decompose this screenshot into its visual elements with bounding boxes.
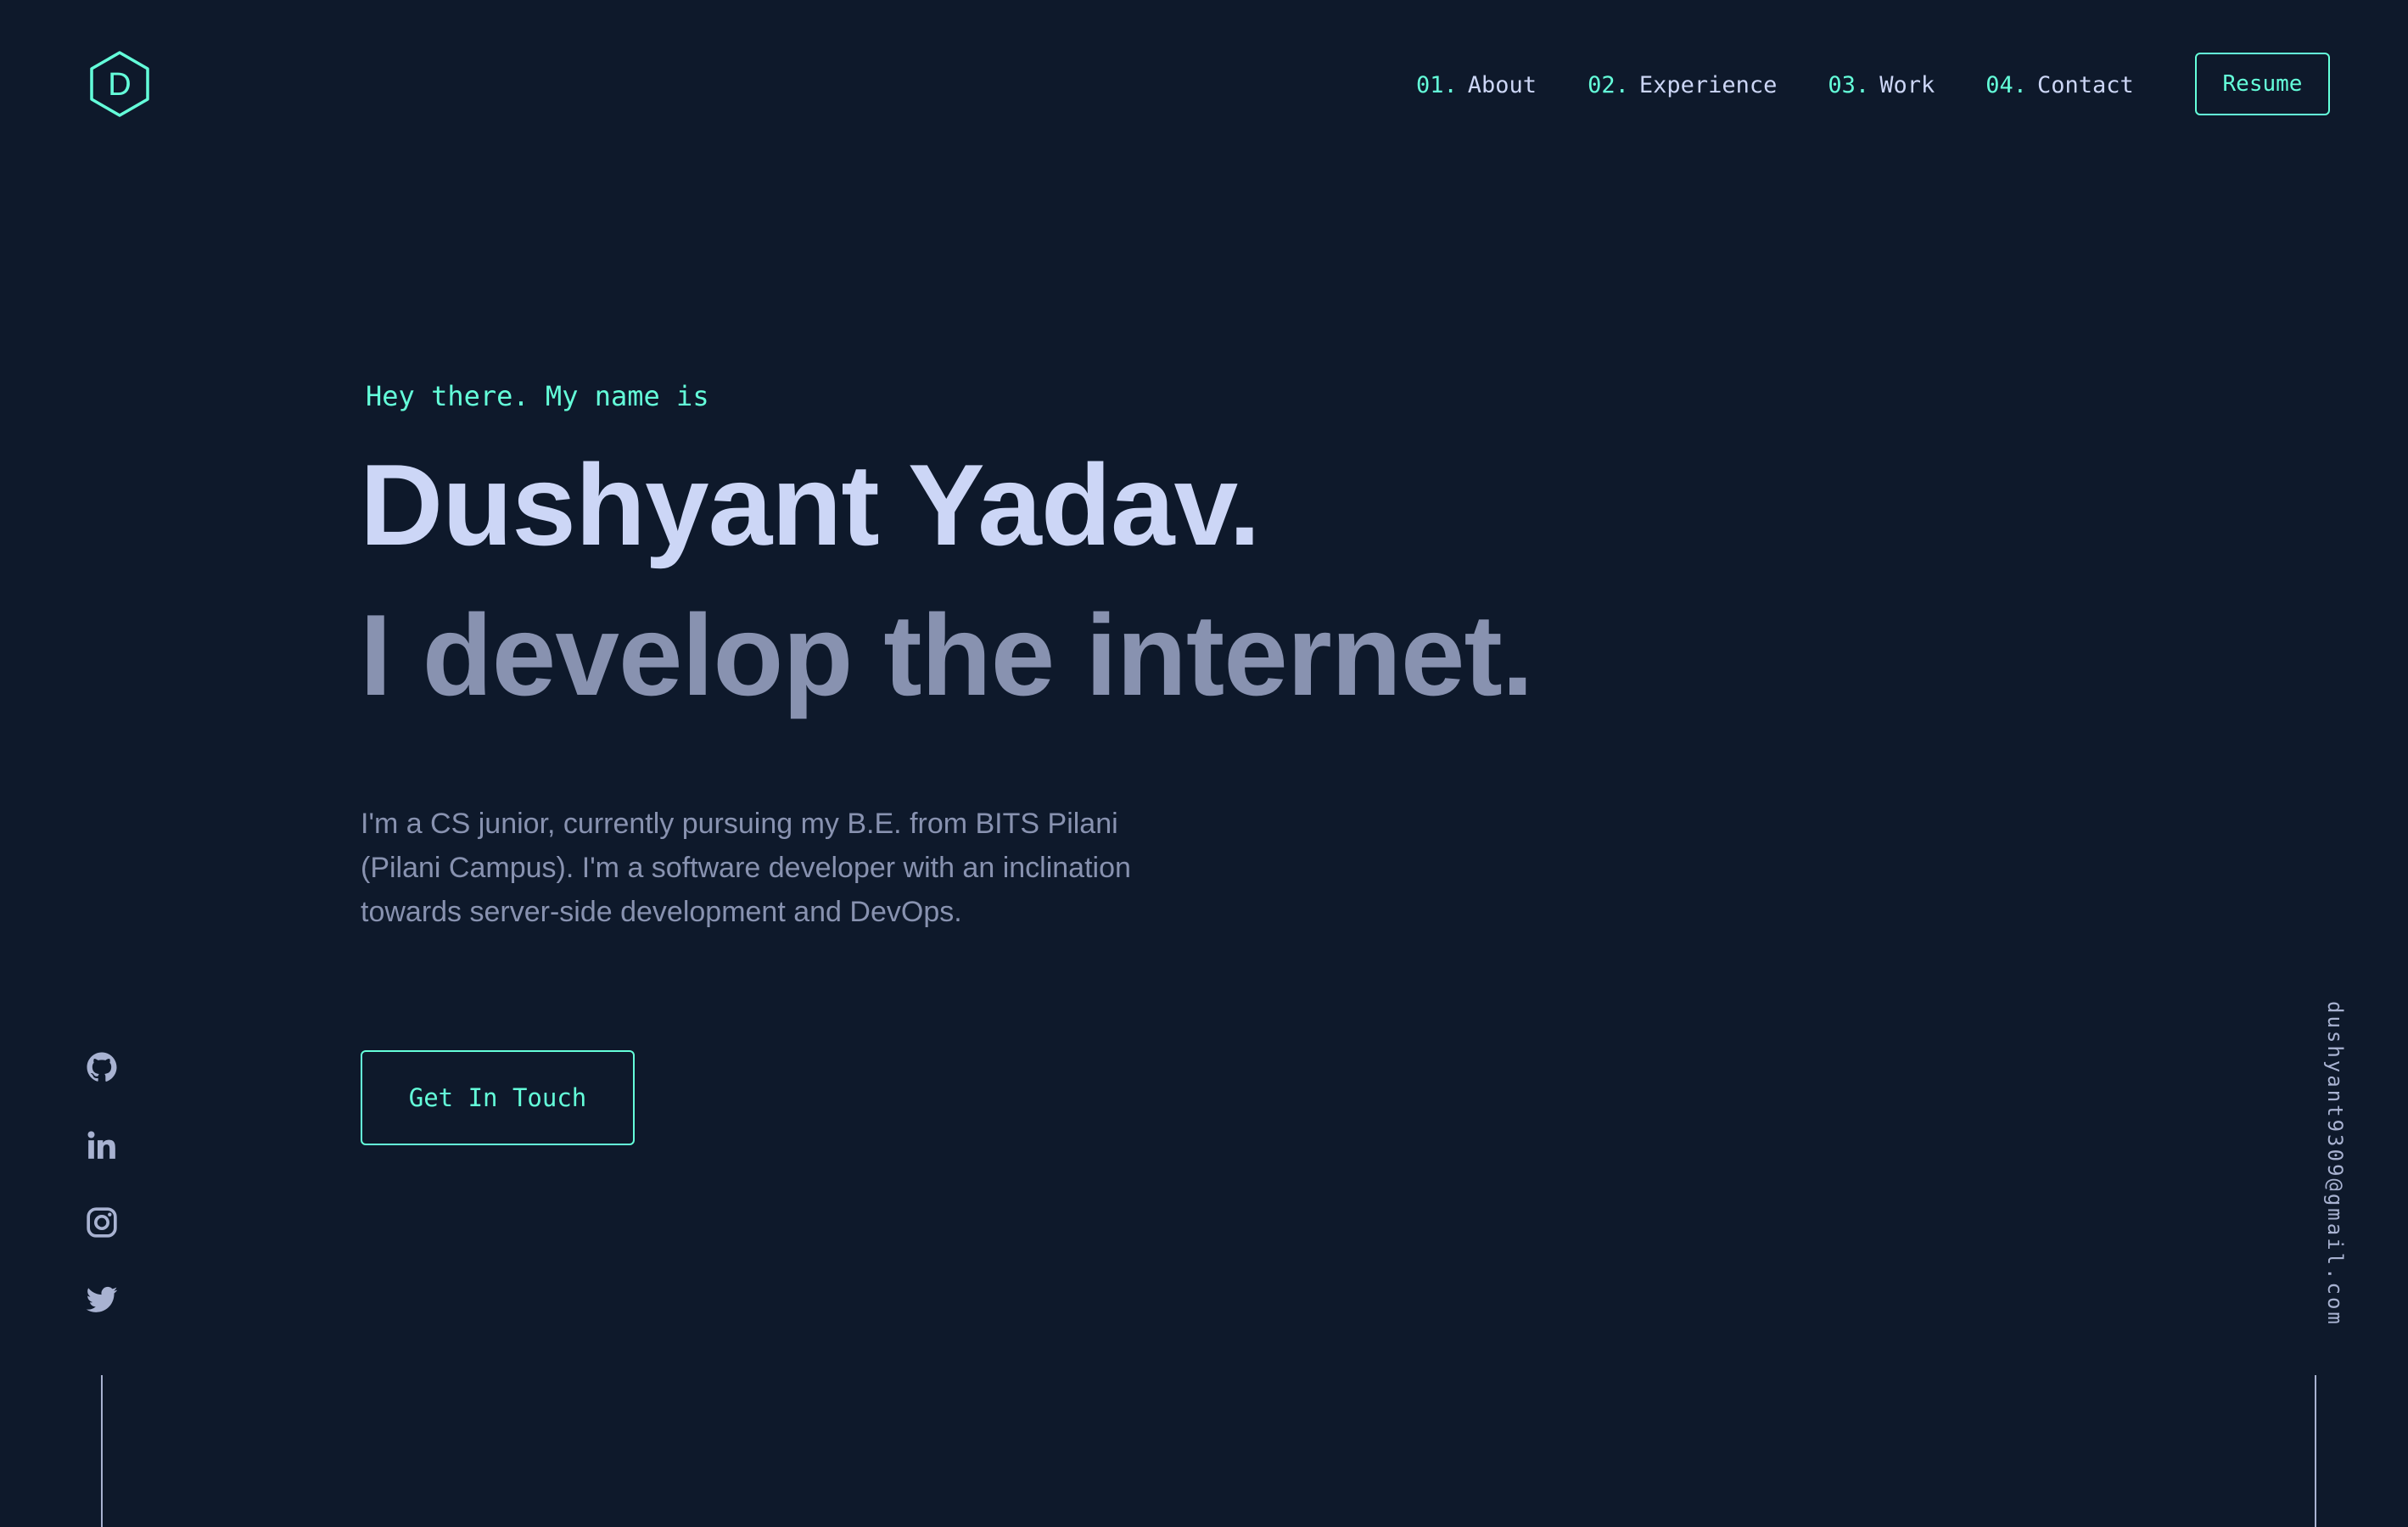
nav-item-about[interactable]: 01. About [1416,72,1537,98]
nav-number: 04. [1985,71,2027,98]
instagram-icon [87,1207,117,1238]
nav-number: 02. [1588,71,1629,98]
logo-letter: D [108,67,131,103]
nav-label: Experience [1638,71,1778,98]
hero-greeting: Hey there. My name is [366,380,709,412]
hero-description: I'm a CS junior, currently pursuing my B… [361,808,1131,928]
site-logo[interactable]: D [86,50,154,118]
email-link[interactable]: dushyant9309@gmail.com [2323,1001,2347,1327]
nav-label: About [1467,71,1537,98]
hero-tagline: I develop the internet. [360,590,1534,719]
github-icon [87,1052,117,1082]
nav-item-contact[interactable]: 04. Contact [1985,72,2134,98]
main-nav: 01. About 02. Experience 03. Work 04. Co… [1416,68,2134,102]
get-in-touch-button[interactable]: Get In Touch [361,1050,635,1145]
nav-number: 01. [1416,71,1458,98]
left-vertical-line [101,1375,103,1527]
github-link[interactable] [85,1050,119,1084]
instagram-link[interactable] [85,1205,119,1239]
linkedin-link[interactable] [85,1128,119,1162]
nav-label: Work [1879,71,1935,98]
nav-item-work[interactable]: 03. Work [1828,72,1935,98]
hexagon-logo-icon: D [90,51,149,117]
twitter-icon [86,1286,118,1312]
linkedin-icon [87,1131,115,1159]
right-vertical-line [2315,1375,2316,1527]
nav-item-experience[interactable]: 02. Experience [1588,72,1777,98]
resume-button[interactable]: Resume [2195,53,2330,115]
hero-name: Dushyant Yadav. [360,440,1261,569]
nav-label: Contact [2037,71,2134,98]
nav-number: 03. [1828,71,1870,98]
twitter-link[interactable] [85,1283,119,1317]
